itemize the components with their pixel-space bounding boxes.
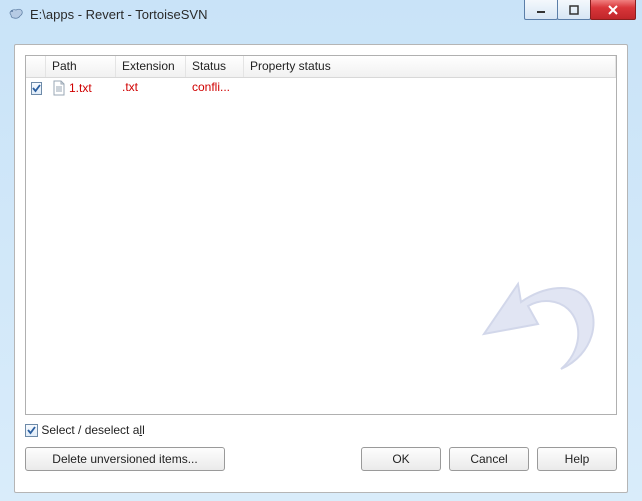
column-status[interactable]: Status bbox=[186, 56, 244, 77]
maximize-button[interactable] bbox=[557, 0, 591, 20]
close-button[interactable] bbox=[590, 0, 636, 20]
column-property-status[interactable]: Property status bbox=[244, 56, 616, 77]
window-controls bbox=[525, 0, 636, 20]
select-deselect-all[interactable]: Select / deselect all bbox=[25, 423, 617, 437]
button-row: Delete unversioned items... OK Cancel He… bbox=[25, 447, 617, 471]
tortoisesvn-watermark-icon bbox=[466, 264, 606, 404]
row-status: confli... bbox=[186, 78, 244, 98]
ok-button[interactable]: OK bbox=[361, 447, 441, 471]
file-list-header: Path Extension Status Property status bbox=[26, 56, 616, 78]
tortoisesvn-icon bbox=[8, 6, 24, 22]
delete-unversioned-button[interactable]: Delete unversioned items... bbox=[25, 447, 225, 471]
column-checkbox[interactable] bbox=[26, 56, 46, 77]
row-property-status bbox=[244, 78, 616, 98]
row-filename: 1.txt bbox=[69, 81, 92, 95]
column-extension[interactable]: Extension bbox=[116, 56, 186, 77]
row-extension: .txt bbox=[116, 78, 186, 98]
cancel-button[interactable]: Cancel bbox=[449, 447, 529, 471]
row-path: 1.txt bbox=[46, 78, 116, 98]
select-all-label: Select / deselect all bbox=[41, 423, 144, 437]
column-path[interactable]: Path bbox=[46, 56, 116, 77]
file-list[interactable]: Path Extension Status Property status bbox=[25, 55, 617, 415]
help-button[interactable]: Help bbox=[537, 447, 617, 471]
row-checkbox[interactable] bbox=[26, 78, 46, 98]
dialog-client-area: Path Extension Status Property status bbox=[14, 44, 628, 493]
file-icon bbox=[52, 80, 66, 96]
window-title: E:\apps - Revert - TortoiseSVN bbox=[30, 7, 208, 22]
checkbox-icon bbox=[25, 424, 38, 437]
checkbox-icon bbox=[31, 82, 42, 95]
minimize-button[interactable] bbox=[524, 0, 558, 20]
table-row[interactable]: 1.txt .txt confli... bbox=[26, 78, 616, 98]
